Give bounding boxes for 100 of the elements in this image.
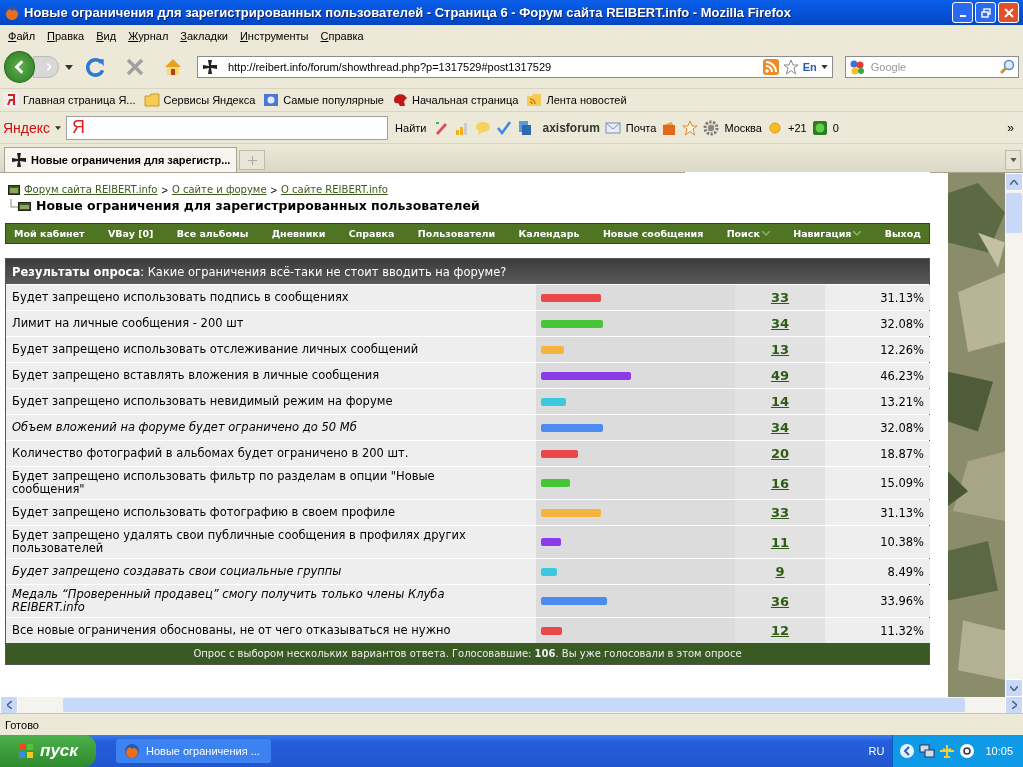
menu-item[interactable]: Правка — [41, 29, 91, 42]
vertical-scrollbar[interactable] — [1005, 173, 1023, 697]
forum-nav-link[interactable]: Новые сообщения — [602, 228, 704, 239]
bookmark-item[interactable]: Начальная страница — [392, 92, 519, 108]
menu-item[interactable]: Журнал — [122, 29, 175, 42]
yandex-search-field[interactable]: Я — [66, 115, 389, 140]
star-icon[interactable] — [782, 59, 799, 75]
vote-count-link[interactable]: 13 — [770, 342, 790, 357]
caret-icon[interactable] — [55, 125, 62, 130]
language-indicator[interactable]: RU — [868, 745, 885, 757]
yandex-menu[interactable]: Яндекс — [3, 119, 51, 136]
page-icon — [263, 92, 280, 108]
close-button[interactable] — [998, 2, 1019, 23]
forum-nav-link[interactable]: Навигация — [793, 228, 862, 239]
taskbar-window[interactable]: Новые ограничения ... — [116, 739, 271, 763]
scroll-up-icon[interactable] — [1010, 179, 1018, 185]
document-icon[interactable] — [517, 119, 534, 136]
at-sign-icon[interactable] — [959, 743, 976, 759]
settings-icon[interactable] — [703, 119, 720, 136]
find-button[interactable]: Найти — [393, 121, 429, 134]
search-box[interactable]: Google — [844, 56, 1019, 78]
star-icon[interactable] — [682, 119, 699, 136]
vote-count-link[interactable]: 49 — [770, 368, 790, 383]
forum-nav-link[interactable]: Справка — [348, 228, 395, 239]
rss-icon[interactable] — [762, 59, 779, 75]
poll-option: Будет запрещено использовать подпись в сообщениях — [12, 291, 349, 304]
poll-option: Количество фотографий в альбомах будет ограничено в 200 шт. — [12, 447, 409, 460]
breadcrumb-link[interactable]: О сайте и форуме — [171, 184, 267, 195]
forum-nav-link[interactable]: Календарь — [518, 228, 580, 239]
breadcrumb-link[interactable]: Форум сайта REIBERT.info — [24, 184, 158, 195]
vote-count-link[interactable]: 20 — [770, 446, 790, 461]
check-icon[interactable] — [496, 119, 513, 136]
menu-item[interactable]: Закладки — [174, 29, 234, 42]
forum-nav-link[interactable]: Все альбомы — [176, 228, 249, 239]
clock: 10:05 — [985, 745, 1013, 757]
chevron-icon[interactable] — [899, 743, 916, 759]
menu-item[interactable]: Инструменты — [233, 29, 315, 42]
network-icon[interactable] — [919, 743, 936, 759]
scroll-thumb[interactable] — [63, 698, 965, 712]
vote-count-link[interactable]: 14 — [770, 394, 790, 409]
vote-count-link[interactable]: 34 — [770, 420, 790, 435]
vote-count-link[interactable]: 9 — [775, 564, 785, 579]
language-indicator[interactable]: En — [802, 61, 817, 73]
poll-footer: Опрос с выбором нескольких вариантов ответа. Голосовавшие: 106. Вы уже голосовали в этом опросе — [6, 643, 929, 664]
vote-count-link[interactable]: 33 — [770, 290, 790, 305]
horizontal-scrollbar[interactable] — [0, 697, 1023, 713]
address-field[interactable]: http://reibert.info/forum/showthread.php?p=1317529#post1317529 En — [196, 56, 833, 78]
caret-icon[interactable] — [820, 65, 828, 69]
temperature-label: +21 — [787, 121, 807, 134]
wallet-icon[interactable] — [661, 119, 678, 136]
more-button[interactable]: » — [1007, 120, 1020, 135]
scroll-left-icon[interactable] — [6, 701, 12, 709]
browser-tab[interactable]: Новые ограничения для зарегистр... — [4, 147, 238, 172]
search-icon[interactable] — [999, 59, 1015, 75]
plus-icon — [247, 155, 257, 165]
forum-nav-link[interactable]: Выход — [884, 228, 921, 239]
scroll-thumb[interactable] — [1006, 193, 1022, 233]
scroll-down-icon[interactable] — [1010, 685, 1018, 691]
tab-list-button[interactable] — [1005, 150, 1021, 170]
traffic-icon[interactable] — [811, 119, 828, 136]
menu-item[interactable]: Вид — [90, 29, 123, 42]
chevron-icon — [853, 230, 862, 237]
maximize-button[interactable] — [975, 2, 996, 23]
start-button[interactable]: пуск — [0, 735, 96, 767]
envelope-icon[interactable] — [604, 119, 621, 136]
vote-count-link[interactable]: 11 — [770, 534, 790, 550]
back-button[interactable] — [4, 51, 36, 83]
forum-nav-link[interactable]: Мой кабинет — [14, 228, 85, 239]
forum-nav-link[interactable]: Пользователи — [417, 228, 496, 239]
city-label[interactable]: Москва — [724, 121, 762, 134]
menu-item[interactable]: Файл — [2, 29, 42, 42]
vote-percent: 32.08% — [880, 420, 924, 435]
reload-icon[interactable] — [84, 56, 107, 78]
scroll-right-icon[interactable] — [1011, 701, 1017, 709]
yandex-icon — [3, 92, 19, 108]
forum-nav-link[interactable]: Поиск — [726, 228, 770, 239]
bookmark-item[interactable]: Сервисы Яндекса — [143, 92, 256, 108]
vote-count-link[interactable]: 36 — [770, 593, 790, 609]
vote-count-link[interactable]: 34 — [770, 316, 790, 331]
axisforum-link[interactable]: axisforum — [542, 120, 600, 135]
vote-count-link[interactable]: 12 — [770, 623, 790, 638]
minimize-button[interactable] — [952, 2, 973, 23]
pencil-icon[interactable] — [433, 119, 450, 136]
bookmark-item[interactable]: Главная страница Я... — [3, 92, 136, 108]
breadcrumb-link[interactable]: О сайте REIBERT.info — [280, 184, 388, 195]
minimize-icon — [959, 14, 966, 17]
forum-nav-link[interactable]: VBay [0] — [107, 228, 154, 239]
poll-option: Будет запрещено удалять свои публичные сообщения в профилях других пользователей — [12, 529, 484, 555]
forum-nav-link[interactable]: Дневники — [271, 228, 326, 239]
vote-count-link[interactable]: 16 — [770, 475, 790, 491]
bookmark-item[interactable]: Самые популярные — [263, 92, 384, 108]
firefox-icon — [4, 4, 20, 21]
mail-link[interactable]: Почта — [625, 121, 657, 134]
caret-icon[interactable] — [64, 64, 73, 70]
google-icon[interactable] — [848, 59, 865, 75]
stop-icon[interactable] — [124, 57, 145, 77]
menu-item[interactable]: Справка — [314, 29, 370, 42]
vote-count-link[interactable]: 33 — [770, 505, 790, 520]
forward-button[interactable] — [33, 56, 59, 78]
bookmark-item[interactable]: Лента новостей — [526, 92, 627, 108]
